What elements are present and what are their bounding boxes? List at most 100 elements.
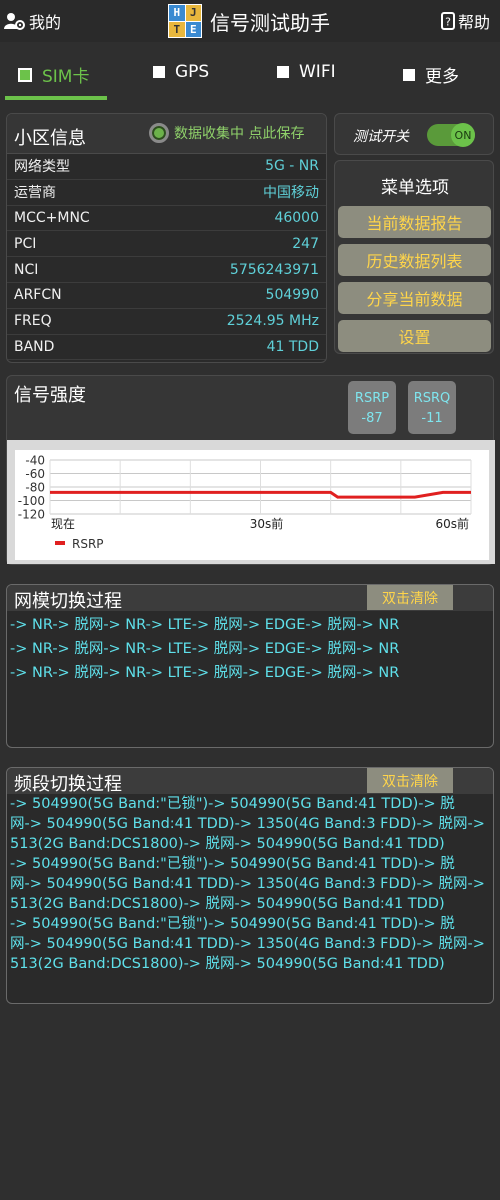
active-tab-indicator [5,96,107,100]
y-tick-label: -120 [18,508,45,522]
y-tick-label: -60 [25,467,45,481]
rsrq-label: RSRQ [413,391,451,406]
signal-strength-panel: 信号强度 RSRP -87 RSRQ -11 -40 -60 -80 -100 -120… [6,375,495,565]
cell-info-value: 5756243971 [229,261,319,278]
tab-more-checkbox-icon [403,68,415,81]
cell-info-value: 5G - NR [265,158,319,175]
rsrq-meter: RSRQ -11 [408,381,456,434]
cell-info-row: MCC+MNC 46000 [7,206,326,232]
cell-info-value: 247 [292,235,319,252]
log-line: -> NR-> 脱网-> NR-> LTE-> 脱网-> EDGE-> 脱网->… [10,641,400,657]
log-line: 513(2G Band:DCS1800)-> 脱网-> 504990(5G Ba… [10,836,445,852]
y-tick-label: -40 [25,454,45,468]
cell-info-row: PCI 247 [7,231,326,258]
test-switch-toggle[interactable]: ON [427,123,475,147]
tab-sim[interactable]: SIM卡 [18,62,89,87]
tab-wifi[interactable]: WIFI [277,62,336,82]
test-switch-panel: 测试开关 ON [334,113,494,155]
cell-info-key: 网络类型 [14,159,70,176]
cell-info-row: ARFCN 504990 [7,283,326,309]
rsrq-value: -11 [421,411,443,426]
band-log: -> 504990(5G Band:"已锁")-> 504990(5G Band… [7,794,493,974]
menu-panel: 菜单选项 当前数据报告 历史数据列表 分享当前数据 设置 [334,160,494,354]
cell-info-value: 504990 [265,287,319,304]
cell-info-key: 运营商 [14,185,56,202]
settings-button[interactable]: 设置 [338,320,491,352]
band-title: 频段切换过程 [14,774,122,795]
tab-wifi-checkbox-icon [277,66,289,78]
cell-info-key: FREQ [14,313,52,330]
band-header: 频段切换过程 双击清除 [7,768,493,795]
cell-info-header: 小区信息 数据收集中 点此保存 [7,114,326,154]
log-line: -> 504990(5G Band:"已锁")-> 504990(5G Band… [10,856,455,872]
log-line: -> NR-> 脱网-> NR-> LTE-> 脱网-> EDGE-> 脱网->… [10,665,400,681]
net-mode-panel: 网模切换过程 双击清除 -> NR-> 脱网-> NR-> LTE-> 脱网->… [6,584,494,748]
app-header: 我的 H J T E 信号测试助手 ? 帮助 [0,0,500,42]
history-list-button[interactable]: 历史数据列表 [338,244,491,276]
share-data-button[interactable]: 分享当前数据 [338,282,491,314]
log-line: 513(2G Band:DCS1800)-> 脱网-> 504990(5G Ba… [10,896,445,912]
rsrp-chart: -40-60-80-100-120 现在 30s前 60s前 RSRP [15,450,489,560]
rsrp-label: RSRP [354,391,390,406]
current-report-button[interactable]: 当前数据报告 [338,206,491,238]
svg-text:?: ? [445,16,451,29]
cell-info-list: 网络类型 5G - NR 运营商 中国移动 MCC+MNC 46000 PCI 247 NCI 5… [7,154,326,361]
cell-info-key: BAND [14,338,55,355]
cell-info-value: 中国移动 [263,185,319,202]
net-mode-title: 网模切换过程 [14,591,122,612]
log-line: 网-> 504990(5G Band:41 TDD)-> 1350(4G Ban… [10,816,485,832]
tab-sim-checkbox-icon [18,67,32,82]
cell-info-row: BAND 41 TDD [7,335,326,361]
tab-more[interactable]: 更多 [403,62,459,87]
log-line: -> NR-> 脱网-> NR-> LTE-> 脱网-> EDGE-> 脱网->… [10,617,400,633]
tab-gps-checkbox-icon [153,66,165,78]
rsrp-meter: RSRP -87 [348,381,396,434]
log-line: -> 504990(5G Band:"已锁")-> 504990(5G Band… [10,916,455,932]
log-line: -> 504990(5G Band:"已锁")-> 504990(5G Band… [10,796,455,812]
menu-title: 菜单选项 [381,178,449,198]
x-tick-label: 60s前 [435,516,469,531]
log-line: 513(2G Band:DCS1800)-> 脱网-> 504990(5G Ba… [10,956,445,972]
y-tick-label: -80 [25,481,45,495]
cell-info-title: 小区信息 [14,128,86,149]
signal-chart-area: -40 -60 -80 -100 -120 现在 30s前 60s前 RSRP [7,440,495,564]
band-clear-button[interactable]: 双击清除 [367,768,453,793]
cell-info-value: 2524.95 MHz [226,313,319,330]
mine-button[interactable]: 我的 [4,9,61,33]
net-mode-clear-button[interactable]: 双击清除 [367,585,453,610]
collecting-indicator-icon [149,123,169,143]
cell-info-panel: 小区信息 数据收集中 点此保存 网络类型 5G - NR 运营商 中国移动 MCC+MN… [6,113,327,363]
help-icon: ? [440,12,455,30]
legend-label: RSRP [72,537,104,551]
x-tick-label: 30s前 [250,516,284,531]
tab-gps[interactable]: GPS [153,62,209,82]
cell-info-row: 网络类型 5G - NR [7,154,326,180]
cell-info-row: NCI 5756243971 [7,257,326,283]
log-line: 网-> 504990(5G Band:41 TDD)-> 1350(4G Ban… [10,936,485,952]
cell-info-value: 46000 [274,209,319,226]
help-button[interactable]: ? 帮助 [440,9,490,33]
cell-info-row: 运营商 中国移动 [7,180,326,206]
cell-info-key: ARFCN [14,287,62,304]
mine-label: 我的 [29,13,62,32]
app-logo: H J T E [168,4,202,38]
cell-info-key: NCI [14,261,39,278]
test-switch-label: 测试开关 [353,129,409,145]
net-mode-log: -> NR-> 脱网-> NR-> LTE-> 脱网-> EDGE-> 脱网->… [7,611,493,685]
cell-info-key: PCI [14,235,37,252]
rsrp-value: -87 [361,411,383,426]
save-data-button[interactable]: 数据收集中 点此保存 [149,123,304,143]
cell-info-value: 41 TDD [266,338,319,355]
cell-info-key: MCC+MNC [14,209,90,226]
user-settings-icon [4,13,25,30]
x-tick-label: 现在 [51,517,75,531]
net-mode-header: 网模切换过程 双击清除 [7,585,493,612]
app-title: 信号测试助手 [210,10,330,35]
cell-info-row: FREQ 2524.95 MHz [7,309,326,335]
collect-status-text: 数据收集中 点此保存 [174,126,305,142]
help-label: 帮助 [457,13,490,32]
tab-bar: SIM卡 GPS WIFI 更多 [0,52,500,102]
signal-title: 信号强度 [14,385,86,406]
switch-knob: ON [451,123,475,147]
log-line: 网-> 504990(5G Band:41 TDD)-> 1350(4G Ban… [10,876,485,892]
